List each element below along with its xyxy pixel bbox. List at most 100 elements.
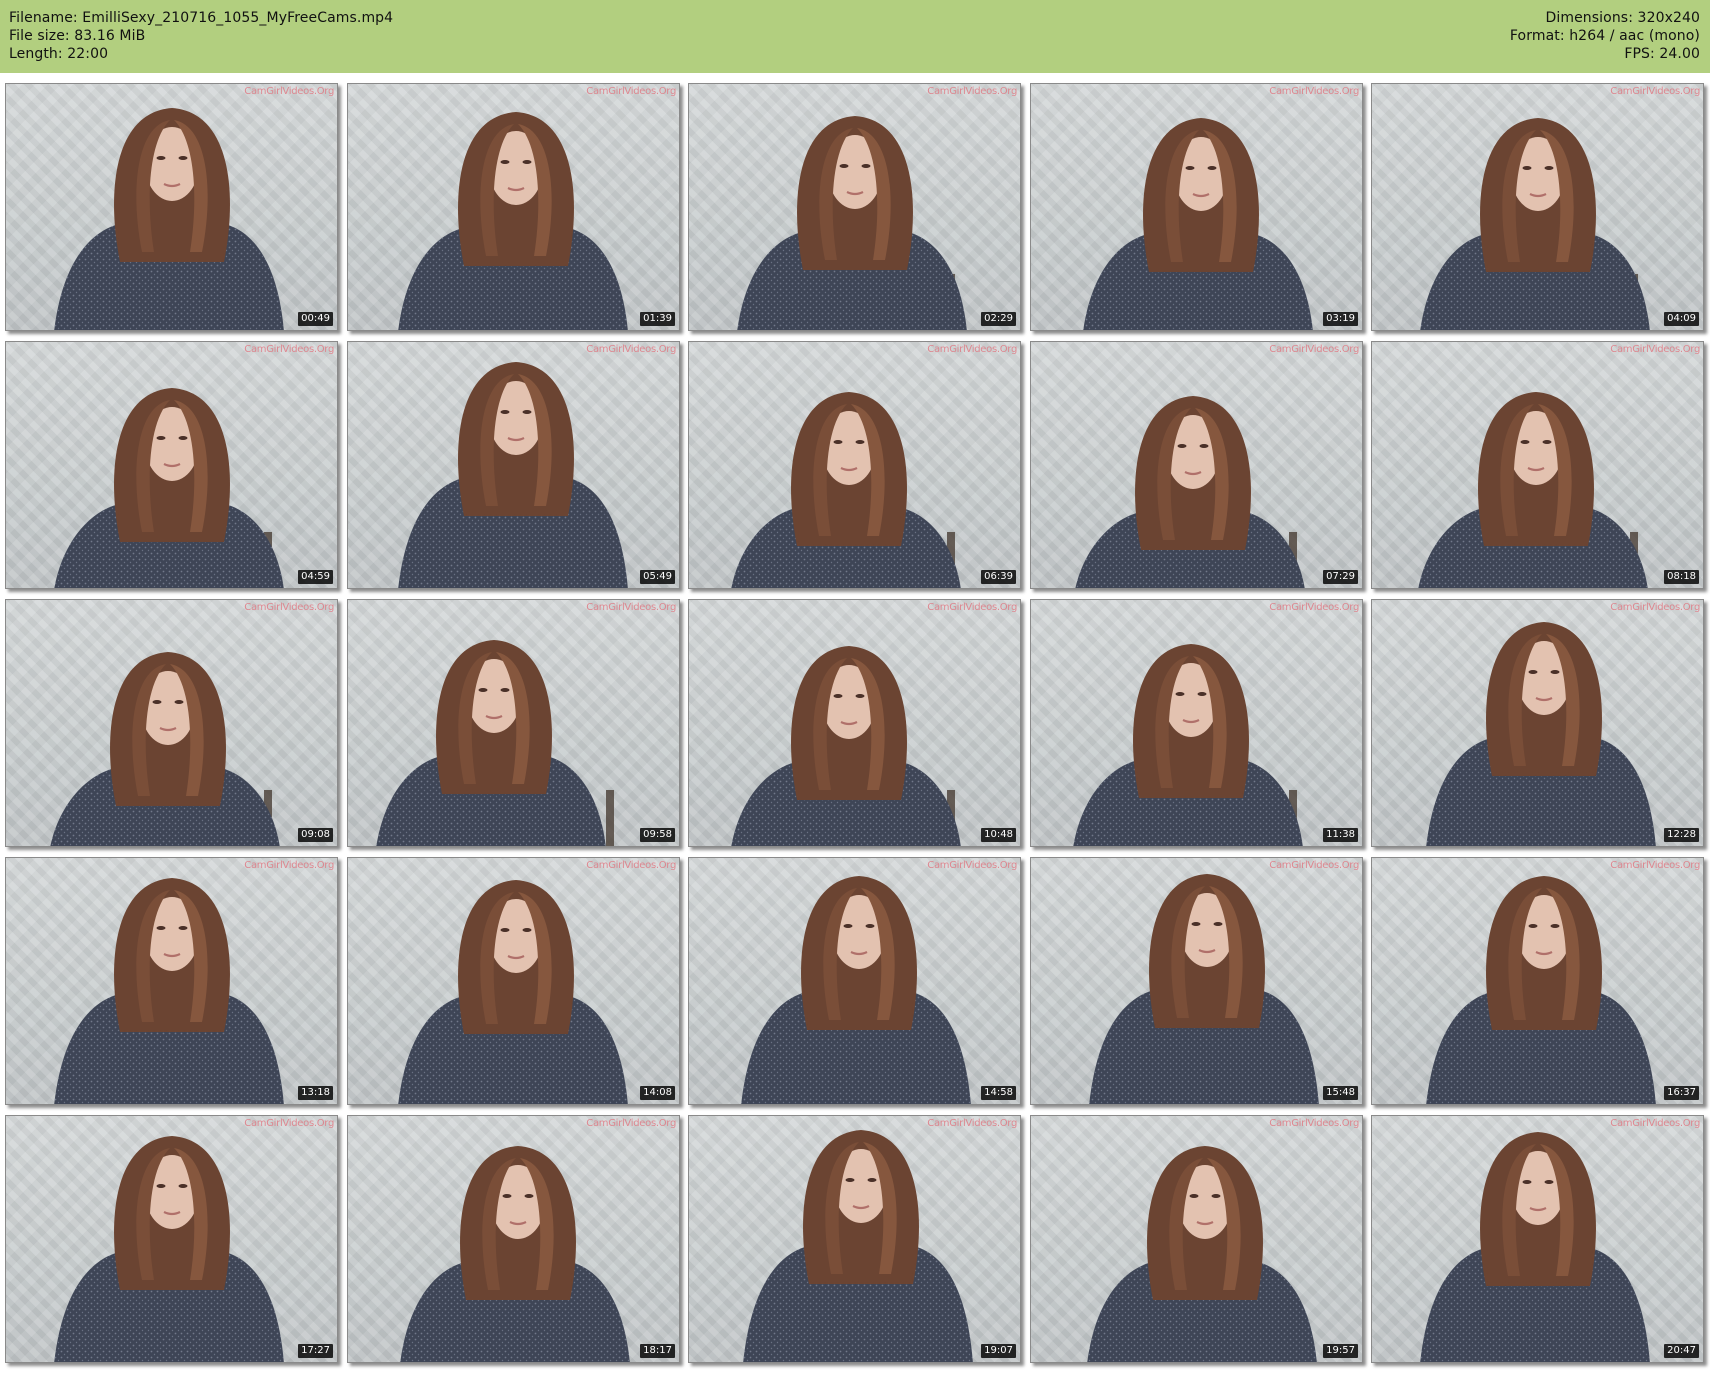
video-thumbnail[interactable]: CamGirlVideos.Org 04:09 (1371, 83, 1704, 331)
info-header: Filename: EmilliSexy_210716_1055_MyFreeC… (0, 0, 1710, 73)
header-right: Dimensions: 320x240 Format: h264 / aac (… (1510, 9, 1700, 63)
timestamp-label: 17:27 (298, 1344, 333, 1358)
frame-image (54, 878, 284, 1104)
video-thumbnail[interactable]: CamGirlVideos.Org 04:59 (5, 341, 338, 589)
timestamp-label: 03:19 (1323, 312, 1358, 326)
frame-image (1083, 118, 1313, 330)
watermark-text: CamGirlVideos.Org (1269, 602, 1359, 613)
watermark-text: CamGirlVideos.Org (586, 86, 676, 97)
timestamp-label: 12:28 (1664, 828, 1699, 842)
watermark-text: CamGirlVideos.Org (1269, 344, 1359, 355)
timestamp-label: 02:29 (981, 312, 1016, 326)
video-thumbnail[interactable]: CamGirlVideos.Org 11:38 (1030, 599, 1363, 847)
video-thumbnail[interactable]: CamGirlVideos.Org 06:39 (688, 341, 1021, 589)
video-thumbnail[interactable]: CamGirlVideos.Org 20:47 (1371, 1115, 1704, 1363)
video-thumbnail[interactable]: CamGirlVideos.Org 19:57 (1030, 1115, 1363, 1363)
timestamp-label: 13:18 (298, 1086, 333, 1100)
video-thumbnail[interactable]: CamGirlVideos.Org 14:58 (688, 857, 1021, 1105)
watermark-text: CamGirlVideos.Org (586, 860, 676, 871)
video-thumbnail[interactable]: CamGirlVideos.Org 12:28 (1371, 599, 1704, 847)
video-thumbnail[interactable]: CamGirlVideos.Org 08:18 (1371, 341, 1704, 589)
timestamp-label: 05:49 (640, 570, 675, 584)
video-thumbnail[interactable]: CamGirlVideos.Org 00:49 (5, 83, 338, 331)
video-thumbnail[interactable]: CamGirlVideos.Org 16:37 (1371, 857, 1704, 1105)
video-thumbnail[interactable]: CamGirlVideos.Org 01:39 (347, 83, 680, 331)
frame-image (1426, 876, 1656, 1104)
frame-image (1420, 118, 1650, 330)
video-thumbnail[interactable]: CamGirlVideos.Org 10:48 (688, 599, 1021, 847)
watermark-text: CamGirlVideos.Org (586, 602, 676, 613)
frame-image (741, 876, 971, 1104)
watermark-text: CamGirlVideos.Org (1610, 860, 1700, 871)
watermark-text: CamGirlVideos.Org (586, 344, 676, 355)
watermark-text: CamGirlVideos.Org (1269, 86, 1359, 97)
watermark-text: CamGirlVideos.Org (927, 344, 1017, 355)
timestamp-label: 09:58 (640, 828, 675, 842)
timestamp-label: 01:39 (640, 312, 675, 326)
video-thumbnail[interactable]: CamGirlVideos.Org 13:18 (5, 857, 338, 1105)
watermark-text: CamGirlVideos.Org (244, 602, 334, 613)
timestamp-label: 09:08 (298, 828, 333, 842)
timestamp-label: 20:47 (1664, 1344, 1699, 1358)
timestamp-label: 08:18 (1664, 570, 1699, 584)
frame-image (743, 1130, 973, 1362)
watermark-text: CamGirlVideos.Org (586, 1118, 676, 1129)
watermark-text: CamGirlVideos.Org (244, 86, 334, 97)
frame-image (398, 880, 628, 1104)
frame-image (398, 112, 628, 330)
timestamp-label: 00:49 (298, 312, 333, 326)
frame-image (400, 1146, 630, 1362)
timestamp-label: 19:57 (1323, 1344, 1358, 1358)
timestamp-label: 18:17 (640, 1344, 675, 1358)
video-thumbnail[interactable]: CamGirlVideos.Org 07:29 (1030, 341, 1363, 589)
watermark-text: CamGirlVideos.Org (1610, 86, 1700, 97)
video-thumbnail[interactable]: CamGirlVideos.Org 02:29 (688, 83, 1021, 331)
timestamp-label: 14:08 (640, 1086, 675, 1100)
timestamp-label: 15:48 (1323, 1086, 1358, 1100)
watermark-text: CamGirlVideos.Org (927, 86, 1017, 97)
watermark-text: CamGirlVideos.Org (244, 860, 334, 871)
watermark-text: CamGirlVideos.Org (1610, 344, 1700, 355)
length-label: Length: 22:00 (9, 46, 109, 62)
frame-image (50, 652, 280, 846)
watermark-text: CamGirlVideos.Org (927, 1118, 1017, 1129)
dimensions-label: Dimensions: 320x240 (1545, 10, 1700, 26)
watermark-text: CamGirlVideos.Org (1610, 602, 1700, 613)
frame-image (1075, 396, 1305, 588)
watermark-text: CamGirlVideos.Org (1269, 1118, 1359, 1129)
filename-label: Filename: EmilliSexy_210716_1055_MyFreeC… (9, 10, 394, 26)
video-thumbnail[interactable]: CamGirlVideos.Org 17:27 (5, 1115, 338, 1363)
frame-image (1418, 392, 1648, 588)
frame-image (376, 640, 614, 846)
header-left: Filename: EmilliSexy_210716_1055_MyFreeC… (9, 9, 393, 63)
watermark-text: CamGirlVideos.Org (927, 860, 1017, 871)
frame-image (1089, 874, 1319, 1104)
video-thumbnail[interactable]: CamGirlVideos.Org 03:19 (1030, 83, 1363, 331)
watermark-text: CamGirlVideos.Org (1269, 860, 1359, 871)
timestamp-label: 07:29 (1323, 570, 1358, 584)
frame-image (398, 362, 628, 588)
frame-image (1426, 622, 1656, 846)
timestamp-label: 19:07 (981, 1344, 1016, 1358)
frame-image (54, 1136, 284, 1362)
timestamp-label: 14:58 (981, 1086, 1016, 1100)
frame-image (737, 116, 967, 330)
video-thumbnail[interactable]: CamGirlVideos.Org 09:08 (5, 599, 338, 847)
video-thumbnail[interactable]: CamGirlVideos.Org 09:58 (347, 599, 680, 847)
video-thumbnail[interactable]: CamGirlVideos.Org 19:07 (688, 1115, 1021, 1363)
video-thumbnail[interactable]: CamGirlVideos.Org 05:49 (347, 341, 680, 589)
timestamp-label: 04:59 (298, 570, 333, 584)
frame-image (1073, 644, 1303, 846)
frame-image (1420, 1132, 1650, 1362)
video-thumbnail[interactable]: CamGirlVideos.Org 15:48 (1030, 857, 1363, 1105)
video-thumbnail[interactable]: CamGirlVideos.Org 18:17 (347, 1115, 680, 1363)
frame-image (1087, 1146, 1317, 1362)
timestamp-label: 16:37 (1664, 1086, 1699, 1100)
watermark-text: CamGirlVideos.Org (244, 344, 334, 355)
frame-image (731, 392, 961, 588)
filesize-label: File size: 83.16 MiB (9, 28, 146, 44)
timestamp-label: 11:38 (1323, 828, 1358, 842)
fps-label: FPS: 24.00 (1624, 46, 1700, 62)
video-thumbnail[interactable]: CamGirlVideos.Org 14:08 (347, 857, 680, 1105)
timestamp-label: 04:09 (1664, 312, 1699, 326)
